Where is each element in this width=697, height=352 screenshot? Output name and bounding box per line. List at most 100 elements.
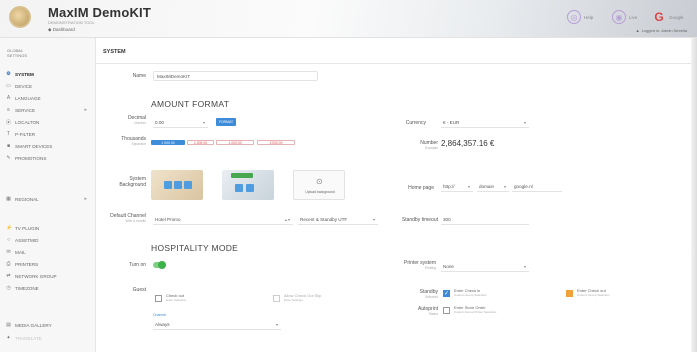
autoprint-label: Autoprint Status	[400, 306, 438, 316]
allow-check-out-text: Allow Check Out Slip Enter Settings	[284, 293, 321, 302]
sidebar-item-media[interactable]: ▤ MEDIA GALLERY	[6, 320, 90, 330]
dashboard-link[interactable]: ◆ Dashboard	[48, 27, 75, 33]
background-thumbnail-1[interactable]	[151, 170, 203, 200]
enter-store-order-text: Enter Store Order Custom Group Printer Se…	[454, 305, 497, 315]
background-thumbnail-2[interactable]	[222, 170, 274, 200]
live-icon: ◉	[612, 10, 626, 24]
sidebar-item-label: MEDIA GALLERY	[15, 322, 52, 328]
channel-sub-value: Always	[155, 322, 170, 327]
sidebar-item-mail[interactable]: ✉ MAIL	[6, 247, 90, 257]
sidebar-item-label: SYSTEM	[15, 71, 34, 77]
standby-selected-sub: Selected	[425, 295, 438, 299]
chevron-down-icon: ▾	[202, 120, 205, 125]
home-page-domain[interactable]: domain ▾	[477, 182, 509, 192]
sidebar-item-service[interactable]: ≡ SERVICE ▸	[6, 105, 90, 115]
format-chip[interactable]: FORMAT	[216, 118, 236, 126]
dashboard-link-label: Dashboard	[52, 27, 75, 32]
thousands-option-1[interactable]: 1 000.00	[151, 140, 185, 145]
sidebar-item-label: SERVICE	[15, 107, 36, 113]
system-bg-text2: Background	[119, 182, 146, 188]
printer-system-select[interactable]: None ▾	[441, 262, 529, 272]
service-icon: ≡	[7, 107, 10, 113]
home-page-label: Home page	[408, 185, 434, 191]
asset-icon: ○	[6, 237, 11, 243]
sidebar-item-asset[interactable]: ○ ASSETMID	[6, 235, 90, 245]
channel-sub-select[interactable]: Always ▾	[153, 320, 281, 330]
recent-standby-select[interactable]: Recent & Standby UTF ▾	[298, 215, 378, 225]
sidebar-item-label: MAIL	[15, 249, 26, 255]
tile-icon	[235, 184, 243, 192]
upload-background-tile[interactable]: ⊙ Upload background	[293, 170, 345, 200]
recent-standby-value: Recent & Standby UTF	[300, 217, 348, 222]
chevron-down-icon: ▾	[275, 322, 278, 327]
sidebar-item-promotions[interactable]: ✎ PROMOTIONS	[6, 153, 90, 163]
sidebar-item-label: P-FILTER	[15, 131, 36, 137]
user-info[interactable]: ▲ Logged in: Admin Nexelia	[636, 28, 687, 33]
default-channel-label: Default Channel Web & mobile	[100, 213, 146, 223]
live-label: Live	[629, 14, 638, 20]
sidebar-item-timezone[interactable]: ◷ TIMEZONE	[6, 283, 90, 293]
number-label-sub: Example	[425, 146, 438, 150]
tile-icon	[174, 181, 182, 189]
home-page-protocol[interactable]: http:// ▾	[441, 182, 473, 192]
enter-check-out-checkbox[interactable]	[566, 290, 573, 297]
sidebar-item-device[interactable]: ▭ DEVICE	[6, 81, 90, 91]
sidebar-item-printers[interactable]: ⎙ PRINTERS	[6, 259, 90, 269]
app-title: MaxIM DemoKIT	[48, 5, 152, 20]
sidebar-item-filter[interactable]: T P-FILTER	[6, 129, 90, 139]
app-logo[interactable]	[9, 6, 31, 28]
thousands-option-4[interactable]: 1'000.00	[257, 140, 295, 145]
currency-select[interactable]: € - EUR ▾	[441, 118, 529, 128]
sidebar-item-location[interactable]: ⦿ LOCALTON	[6, 117, 90, 127]
tile-icon	[246, 184, 254, 192]
wrench-icon: ⚙	[6, 71, 11, 77]
enter-store-order-checkbox[interactable]	[443, 307, 450, 314]
enter-check-in-checkbox[interactable]: ✓	[443, 290, 450, 297]
sidebar-item-label: PRINTERS	[15, 261, 39, 267]
name-input[interactable]: MaxIMDemoKIT	[153, 71, 318, 81]
google-button[interactable]: G Google	[652, 9, 683, 25]
thousands-option-3[interactable]: 1.000,00	[216, 140, 254, 145]
sidebar-item-regional[interactable]: ▦ REGIONAL ▸	[6, 194, 90, 204]
sidebar-item-smart-devices[interactable]: ■ SMART DEVICES	[6, 141, 90, 151]
location-icon: ⦿	[6, 119, 12, 126]
allow-check-out-checkbox[interactable]	[273, 295, 280, 302]
check-out-sub: Enter Selection	[166, 298, 187, 303]
promotion-icon: ✎	[6, 155, 11, 161]
thousands-option-2[interactable]: 1,000.00	[187, 140, 214, 145]
tile-label-bar	[231, 173, 253, 178]
check-out-text: Check out Enter Selection	[166, 293, 187, 303]
sidebar-item-language[interactable]: A LANGUAGE	[6, 93, 90, 103]
number-example-value: 2,864,357.16 €	[441, 139, 495, 148]
app-header: MaxIM DemoKIT DEMONSTRATION TOOL ◆ Dashb…	[0, 0, 697, 38]
sidebar-item-tv-plugin[interactable]: ⚡ TV PLUGIN	[6, 223, 90, 233]
sidebar-item-system[interactable]: ⚙ SYSTEM	[6, 69, 90, 79]
mail-icon: ✉	[6, 249, 11, 255]
currency-label: Currency	[405, 120, 426, 126]
sidebar-item-network[interactable]: ⇄ NETWORK GROUP	[6, 271, 90, 281]
enter-check-out-text: Enter Check out Custom Group Selection	[577, 288, 610, 297]
default-channel-select[interactable]: Hotel Promo ▴ ▾	[153, 215, 293, 225]
help-button[interactable]: ◎ Help	[567, 9, 593, 25]
enter-store-order-sub: Custom Group Printer Selection	[454, 310, 497, 315]
standby-timeout-input[interactable]: 300	[441, 215, 529, 225]
home-page-input[interactable]: google.nl	[512, 182, 562, 192]
printer-icon: ⎙	[6, 261, 11, 267]
check-out-checkbox[interactable]	[155, 295, 162, 302]
hospitality-toggle[interactable]	[153, 261, 166, 269]
help-label: Help	[584, 14, 594, 20]
printer-system-sub: Printing	[424, 266, 436, 270]
number-example-label: Number Example	[404, 140, 438, 150]
sidebar-item-translate[interactable]: ✦ TRANSLATE	[6, 333, 90, 343]
chevron-down-icon: ▾	[372, 217, 375, 222]
app-subtitle: DEMONSTRATION TOOL	[48, 20, 95, 25]
guest-label: Guest	[132, 287, 146, 293]
channel-sub-label: Channel	[153, 313, 167, 317]
live-button[interactable]: ◉ Live	[612, 9, 637, 25]
scrollbar[interactable]	[691, 38, 697, 352]
sidebar-item-label: NETWORK GROUP	[15, 273, 57, 279]
decimal-select[interactable]: 0.00 ▾	[153, 118, 208, 128]
default-channel-sub: Web & mobile	[125, 219, 146, 223]
sidebar-item-label: PROMOTIONS	[15, 155, 47, 161]
turn-on-label: Turn on	[128, 262, 146, 268]
